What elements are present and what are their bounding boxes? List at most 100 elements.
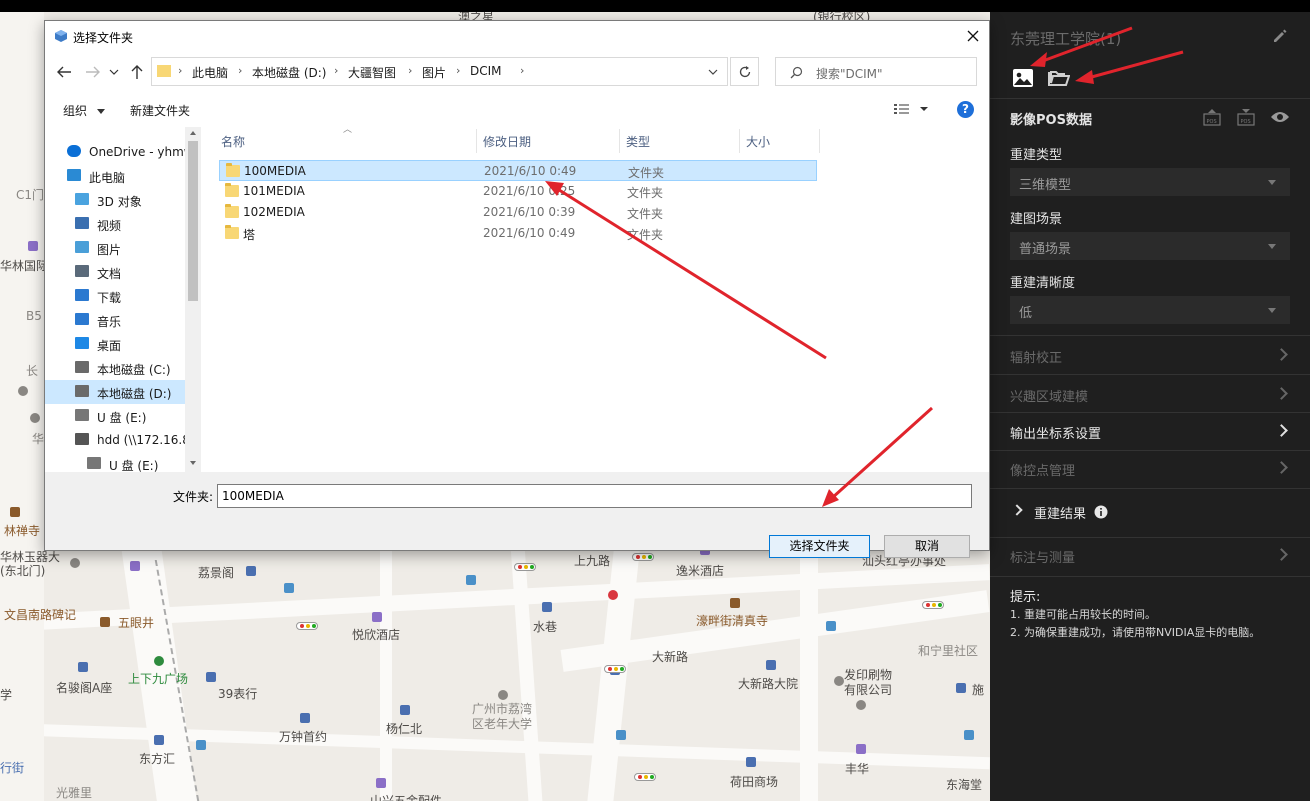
up-arrow-icon[interactable] [130,64,144,80]
view-details-icon[interactable] [893,102,911,116]
building-marker [78,662,88,672]
bus-stop-marker [826,621,836,631]
menu-results[interactable]: 重建结果 [990,489,1310,537]
file-date: 2021/6/10 0:49 [484,164,577,178]
column-date[interactable]: 修改日期 [477,129,620,153]
search-box[interactable]: 搜索"DCIM" [775,57,977,86]
map-road [800,551,818,801]
file-name: 101MEDIA [243,184,305,198]
chevron-down-icon[interactable] [919,106,929,113]
image-icon[interactable] [1012,68,1034,88]
pos-export-icon[interactable]: POS [1236,108,1256,126]
pos-import-icon[interactable]: POS [1202,108,1222,126]
breadcrumb-item[interactable]: DCIM [470,64,502,78]
file-name: 塔 [243,228,256,242]
clarity-value: 低 [1019,306,1033,321]
nav-item[interactable]: OneDrive - yhmw [45,140,185,164]
hotel-marker [856,744,866,754]
forward-arrow-icon[interactable] [85,65,101,79]
breadcrumb-item[interactable]: 图片 [422,64,446,81]
folder-icon [225,204,239,218]
file-row[interactable]: 102MEDIA 2021/6/10 0:39 文件夹 [219,202,817,223]
help-icon[interactable]: ? [957,101,974,118]
map-label: 施 [972,683,985,697]
map-label: C1门 [16,188,45,202]
nav-item[interactable]: 下载 [45,284,185,308]
menu-output-crs[interactable]: 输出坐标系设置 [990,413,1310,451]
poi-marker [70,558,80,568]
bus-stop-marker [284,583,294,593]
dialog-titlebar[interactable]: 选择文件夹 [45,21,989,52]
menu-roi[interactable]: 兴趣区域建模 [990,375,1310,413]
building-marker [746,757,756,767]
nav-item[interactable]: U 盘 (E:) [45,404,185,428]
nav-item[interactable]: 图片 [45,236,185,260]
nav-scrollbar[interactable] [185,127,201,472]
dialog-footer: 文件夹: 选择文件夹 取消 [45,472,989,558]
menu-gcp[interactable]: 像控点管理 [990,451,1310,489]
map-label: 39表行 [218,687,258,701]
recon-type-select[interactable]: 三维模型 [1010,168,1290,196]
breadcrumb-item[interactable]: 本地磁盘 (D:) [252,64,326,81]
folder-open-icon[interactable] [1048,69,1070,87]
chevron-down-icon[interactable] [708,69,718,76]
new-folder-button[interactable]: 新建文件夹 [130,102,190,119]
organize-button[interactable]: 组织 [63,102,105,119]
select-folder-button[interactable]: 选择文件夹 [769,535,870,558]
temple-marker [730,598,740,608]
scene-select[interactable]: 普通场景 [1010,232,1290,260]
nav-item-label: 视频 [97,219,122,233]
menu-gcp-label: 像控点管理 [1010,464,1076,479]
map-label: 长 [26,364,39,378]
breadcrumb-item[interactable]: 此电脑 [192,64,228,81]
file-row[interactable]: 100MEDIA 2021/6/10 0:49 文件夹 [219,160,817,181]
map-label: 丰华 [845,762,870,776]
clarity-select[interactable]: 低 [1010,296,1290,324]
building-marker [154,735,164,745]
file-row[interactable]: 塔 2021/6/10 0:49 文件夹 [219,223,817,244]
nav-item[interactable]: 桌面 [45,332,185,356]
close-icon[interactable] [967,30,979,42]
nav-item[interactable]: 音乐 [45,308,185,332]
poi-marker [834,676,844,686]
pencil-icon[interactable] [1272,28,1288,44]
map-label: 悦欣酒店 [352,628,401,642]
cancel-button[interactable]: 取消 [884,535,970,558]
chevron-right-icon: › [408,64,413,77]
menu-measure[interactable]: 标注与测量 [990,538,1310,576]
building-marker [766,660,776,670]
hotel-marker [376,778,386,788]
nav-item[interactable]: 3D 对象 [45,188,185,212]
map-label: 荷田商场 [730,775,779,789]
nav-item[interactable]: hdd (\\172.16.8 [45,428,185,452]
nav-item[interactable]: 文档 [45,260,185,284]
file-row[interactable]: 101MEDIA 2021/6/10 0:25 文件夹 [219,181,817,202]
eye-icon[interactable] [1270,110,1290,124]
nav-item[interactable]: 本地磁盘 (D:) [45,380,185,404]
clarity-label: 重建清晰度 [1010,276,1076,291]
breadcrumb-item[interactable]: 大疆智图 [348,64,396,81]
back-arrow-icon[interactable] [56,65,72,79]
chevron-down-icon[interactable] [109,68,119,76]
pictures-icon [75,241,89,253]
column-name[interactable]: 名称 [215,129,477,153]
scroll-up-icon[interactable] [190,131,196,135]
scrollbar-thumb[interactable] [188,141,198,301]
column-type[interactable]: 类型 [620,129,740,153]
map-label: 大新路 [652,650,689,664]
nav-item[interactable]: 本地磁盘 (C:) [45,356,185,380]
pos-section-title: 影像POS数据 [1010,113,1092,128]
building-marker [956,683,966,693]
building-marker [300,713,310,723]
folder-name-input[interactable] [217,484,972,508]
nav-item[interactable]: 此电脑 [45,164,185,188]
address-bar[interactable]: › 此电脑 › 本地磁盘 (D:) › 大疆智图 › 图片 › DCIM › [151,57,728,86]
menu-radiometric[interactable]: 辐射校正 [990,336,1310,374]
bus-stop-marker [466,575,476,585]
scene-label: 建图场景 [1010,212,1063,227]
refresh-button[interactable] [730,57,759,86]
column-size[interactable]: 大小 [740,129,820,153]
nav-item[interactable]: 视频 [45,212,185,236]
scroll-down-icon[interactable] [190,461,196,465]
info-icon[interactable] [1094,505,1108,519]
